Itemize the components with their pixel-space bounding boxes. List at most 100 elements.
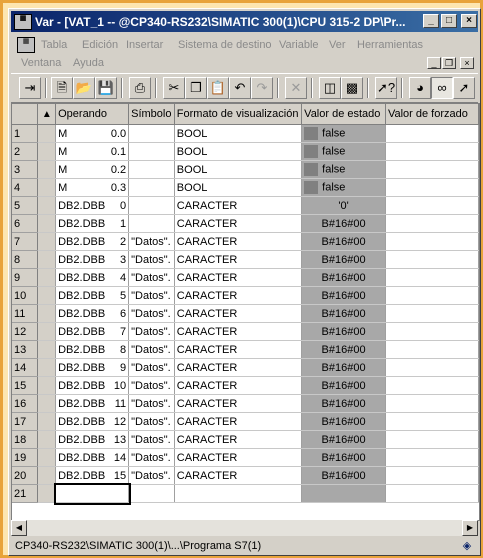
table-row[interactable]: 17 DB2.DBB 12 "Datos". CARACTER B#16#00 [12, 412, 479, 431]
symbol-cell[interactable]: "Datos". [128, 358, 175, 377]
table-row[interactable]: 3 M 0.2 BOOL false [12, 160, 479, 179]
symbol-cell[interactable]: "Datos". [128, 340, 175, 359]
format-cell[interactable]: CARACTER [174, 268, 303, 287]
header-valor-estado[interactable]: Valor de estado [301, 104, 386, 125]
operand-cell[interactable]: M 0.3 [55, 178, 130, 197]
format-cell[interactable] [174, 484, 303, 503]
status-value-cell[interactable]: false [301, 178, 386, 197]
force-value-cell[interactable] [385, 160, 479, 179]
undo-icon[interactable]: ↶ [229, 77, 251, 99]
symbol-cell[interactable]: "Datos". [128, 466, 175, 485]
row-selector[interactable] [37, 214, 57, 233]
document-icon[interactable]: ▦ [17, 37, 35, 53]
table-row[interactable]: 1 M 0.0 BOOL false [12, 124, 479, 143]
row-selector[interactable] [37, 322, 57, 341]
operand-cell[interactable]: DB2.DBB 6 [55, 304, 130, 323]
force-value-cell[interactable] [385, 214, 479, 233]
row-selector[interactable] [37, 484, 57, 503]
symbol-cell[interactable]: "Datos". [128, 412, 175, 431]
minimize-button[interactable]: _ [423, 14, 439, 28]
symbol-cell[interactable]: "Datos". [128, 268, 175, 287]
row-selector[interactable] [37, 142, 57, 161]
delete-icon[interactable]: ✕ [285, 77, 307, 99]
status-value-cell[interactable]: B#16#00 [301, 394, 386, 413]
format-cell[interactable]: CARACTER [174, 250, 303, 269]
table-row[interactable]: 7 DB2.DBB 2 "Datos". CARACTER B#16#00 [12, 232, 479, 251]
status-value-cell[interactable]: B#16#00 [301, 268, 386, 287]
menu-edicion[interactable]: Edición [82, 39, 118, 51]
symbol-cell[interactable] [128, 484, 175, 503]
row-selector[interactable] [37, 250, 57, 269]
operand-cell[interactable]: DB2.DBB 13 [55, 430, 130, 449]
menu-variable[interactable]: Variable [279, 39, 319, 51]
table-row[interactable]: 8 DB2.DBB 3 "Datos". CARACTER B#16#00 [12, 250, 479, 269]
symbol-cell[interactable]: "Datos". [128, 250, 175, 269]
force-value-cell[interactable] [385, 250, 479, 269]
table-row[interactable]: 19 DB2.DBB 14 "Datos". CARACTER B#16#00 [12, 448, 479, 467]
status-value-cell[interactable]: '0' [301, 196, 386, 215]
symbol-cell[interactable] [128, 142, 175, 161]
row-selector[interactable] [37, 160, 57, 179]
paste-icon[interactable]: 📋 [207, 77, 229, 99]
table-row[interactable]: 12 DB2.DBB 7 "Datos". CARACTER B#16#00 [12, 322, 479, 341]
format-cell[interactable]: CARACTER [174, 394, 303, 413]
table-row[interactable]: 20 DB2.DBB 15 "Datos". CARACTER B#16#00 [12, 466, 479, 485]
operand-cell[interactable]: DB2.DBB 10 [55, 376, 130, 395]
force-value-cell[interactable] [385, 268, 479, 287]
symbol-cell[interactable] [128, 160, 175, 179]
status-value-cell[interactable]: B#16#00 [301, 448, 386, 467]
operand-cell[interactable]: DB2.DBB 12 [55, 412, 130, 431]
table-row[interactable]: 10 DB2.DBB 5 "Datos". CARACTER B#16#00 [12, 286, 479, 305]
row-selector[interactable] [37, 124, 57, 143]
print-icon[interactable]: ⎙ [129, 77, 151, 99]
insert-row-icon[interactable]: ⇥ [19, 77, 41, 99]
row-selector[interactable] [37, 340, 57, 359]
symbol-cell[interactable]: "Datos". [128, 232, 175, 251]
force-value-cell[interactable] [385, 430, 479, 449]
force-value-cell[interactable] [385, 286, 479, 305]
row-selector[interactable] [37, 286, 57, 305]
row-selector[interactable] [37, 304, 57, 323]
operand-cell[interactable]: DB2.DBB 5 [55, 286, 130, 305]
format-cell[interactable]: BOOL [174, 178, 303, 197]
force-value-cell[interactable] [385, 448, 479, 467]
force-value-cell[interactable] [385, 304, 479, 323]
status-value-cell[interactable]: false [301, 124, 386, 143]
title-bar[interactable]: ▦ Var - [VAT_1 -- @CP340-RS232\SIMATIC 3… [11, 11, 478, 32]
format-cell[interactable]: CARACTER [174, 304, 303, 323]
row-selector[interactable] [37, 376, 57, 395]
header-operando[interactable]: Operando [55, 104, 130, 125]
operand-cell[interactable]: DB2.DBB 9 [55, 358, 130, 377]
format-cell[interactable]: BOOL [174, 160, 303, 179]
operand-cell[interactable]: DB2.DBB 8 [55, 340, 130, 359]
operand-cell[interactable]: M 0.1 [55, 142, 130, 161]
row-selector[interactable] [37, 196, 57, 215]
format-cell[interactable]: CARACTER [174, 358, 303, 377]
row-selector[interactable] [37, 268, 57, 287]
table-row[interactable]: 2 M 0.1 BOOL false [12, 142, 479, 161]
format-cell[interactable]: BOOL [174, 124, 303, 143]
maximize-button[interactable]: □ [441, 14, 457, 28]
status-value-cell[interactable]: B#16#00 [301, 340, 386, 359]
symbol-cell[interactable]: "Datos". [128, 304, 175, 323]
row-selector[interactable] [37, 178, 57, 197]
table-row[interactable]: 13 DB2.DBB 8 "Datos". CARACTER B#16#00 [12, 340, 479, 359]
table-row[interactable]: 6 DB2.DBB 1 CARACTER B#16#00 [12, 214, 479, 233]
format-cell[interactable]: CARACTER [174, 448, 303, 467]
format-cell[interactable]: CARACTER [174, 322, 303, 341]
force-value-cell[interactable] [385, 466, 479, 485]
format-cell[interactable]: CARACTER [174, 340, 303, 359]
open-icon[interactable]: 📂 [73, 77, 95, 99]
redo-icon[interactable]: ↷ [251, 77, 273, 99]
mdi-minimize-button[interactable]: _ [427, 57, 441, 69]
status-value-cell[interactable]: B#16#00 [301, 466, 386, 485]
header-formato[interactable]: Formato de visualización [174, 104, 303, 125]
format-cell[interactable]: CARACTER [174, 376, 303, 395]
app-icon[interactable]: ▦ [14, 14, 32, 30]
monitor-icon[interactable]: ◕ [409, 77, 431, 99]
table-row[interactable]: 14 DB2.DBB 9 "Datos". CARACTER B#16#00 [12, 358, 479, 377]
symbol-cell[interactable] [128, 124, 175, 143]
force-value-cell[interactable] [385, 394, 479, 413]
monitor-variable-icon[interactable]: ∞ [431, 77, 453, 99]
force-value-cell[interactable] [385, 376, 479, 395]
